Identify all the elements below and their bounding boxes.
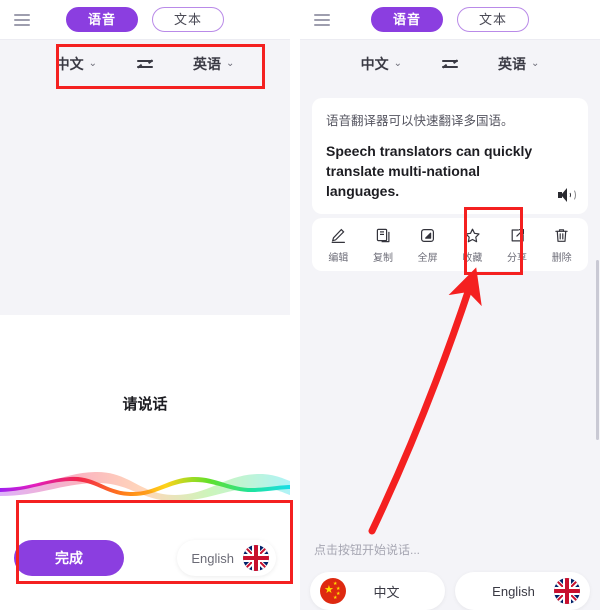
swap-arrows-icon[interactable] xyxy=(137,57,153,71)
star-favorite-icon xyxy=(464,227,481,244)
vertical-scrollbar[interactable] xyxy=(596,260,599,440)
card-action-bar: 编辑 复制 全屏 收藏 分享 删除 xyxy=(312,217,588,271)
right-top-bar: 语音 文本 xyxy=(300,0,600,40)
language-button-chinese-label: 中文 xyxy=(373,584,400,600)
tab-voice[interactable]: 语音 xyxy=(66,7,138,32)
flag-uk-icon xyxy=(554,578,580,604)
left-phone-panel: 语音 文本 中文 ⌄ 英语 ⌄ 请说话 完成 English xyxy=(0,0,290,610)
done-button[interactable]: 完成 xyxy=(14,540,124,576)
translated-text: Speech translators can quickly translate… xyxy=(326,142,533,200)
language-button-chinese[interactable]: ★ ★ ★ ★ ★ 中文 xyxy=(310,572,445,610)
action-copy-label: 复制 xyxy=(373,252,393,264)
speech-sheet-controls: 完成 English xyxy=(0,540,290,576)
flag-china-icon: ★ ★ ★ ★ ★ xyxy=(320,578,346,604)
speaker-icon[interactable] xyxy=(558,187,576,202)
speech-target-language-chip[interactable]: English xyxy=(177,540,276,576)
trash-delete-icon xyxy=(553,227,570,244)
right-panel-body: 语音翻译器可以快速翻译多国语。 Speech translators can q… xyxy=(300,88,600,610)
target-language-selector[interactable]: 英语 ⌄ xyxy=(498,54,539,74)
action-copy[interactable]: 复制 xyxy=(361,227,406,264)
left-language-bar: 中文 ⌄ 英语 ⌄ xyxy=(0,40,290,88)
copy-icon xyxy=(375,227,392,244)
right-language-bar: 中文 ⌄ 英语 ⌄ xyxy=(300,40,600,88)
chevron-down-icon: ⌄ xyxy=(393,57,402,69)
action-fullscreen[interactable]: 全屏 xyxy=(405,227,450,264)
action-delete-label: 删除 xyxy=(551,252,572,264)
target-language-label: 英语 xyxy=(193,56,221,72)
swap-arrows-icon[interactable] xyxy=(442,57,458,71)
audio-waveform-icon xyxy=(0,465,290,505)
translation-card-wrapper: 语音翻译器可以快速翻译多国语。 Speech translators can q… xyxy=(300,88,600,271)
action-share[interactable]: 分享 xyxy=(495,227,540,264)
pencil-edit-icon xyxy=(330,227,347,244)
tab-text[interactable]: 文本 xyxy=(152,7,224,32)
speech-input-sheet: 请说话 完成 English xyxy=(0,315,290,610)
chevron-down-icon: ⌄ xyxy=(226,57,235,69)
hamburger-menu-icon[interactable] xyxy=(314,13,330,26)
right-mode-tabs: 语音 文本 xyxy=(330,7,570,32)
hamburger-menu-icon[interactable] xyxy=(14,13,30,26)
flag-uk-icon xyxy=(243,545,269,571)
speak-hint-text: 点击按钮开始说话... xyxy=(314,543,421,557)
speak-prompt-text: 请说话 xyxy=(122,396,168,413)
source-language-label: 中文 xyxy=(360,56,389,72)
tab-text[interactable]: 文本 xyxy=(457,7,529,32)
panel-gutter xyxy=(290,0,300,610)
source-text: 语音翻译器可以快速翻译多国语。 xyxy=(326,114,514,128)
action-edit[interactable]: 编辑 xyxy=(316,227,361,264)
target-language-selector[interactable]: 英语 ⌄ xyxy=(193,54,234,74)
chevron-down-icon: ⌄ xyxy=(531,57,540,69)
bottom-language-buttons: ★ ★ ★ ★ ★ 中文 English xyxy=(310,572,590,610)
translation-card[interactable]: 语音翻译器可以快速翻译多国语。 Speech translators can q… xyxy=(312,98,588,214)
source-language-selector[interactable]: 中文 ⌄ xyxy=(56,54,97,74)
chevron-down-icon: ⌄ xyxy=(88,57,97,69)
target-language-label: 英语 xyxy=(498,56,526,72)
speech-chip-label: English xyxy=(191,550,234,566)
source-language-label: 中文 xyxy=(55,56,84,72)
fullscreen-icon xyxy=(419,227,436,244)
action-share-label: 分享 xyxy=(507,252,528,264)
action-fullscreen-label: 全屏 xyxy=(417,252,438,264)
action-delete[interactable]: 删除 xyxy=(539,227,584,264)
screenshot-root: 语音 文本 中文 ⌄ 英语 ⌄ 请说话 完成 English 语音 文本 中文 … xyxy=(0,0,600,610)
share-icon xyxy=(509,227,526,244)
language-button-english[interactable]: English xyxy=(455,572,590,610)
right-phone-panel: 语音 文本 中文 ⌄ 英语 ⌄ 语音翻译器可以快速翻译多国语。 Speech t… xyxy=(300,0,600,610)
left-mode-tabs: 语音 文本 xyxy=(30,7,260,32)
tab-voice[interactable]: 语音 xyxy=(371,7,443,32)
action-favorite[interactable]: 收藏 xyxy=(450,227,495,264)
source-language-selector[interactable]: 中文 ⌄ xyxy=(361,54,402,74)
left-top-bar: 语音 文本 xyxy=(0,0,290,40)
action-favorite-label: 收藏 xyxy=(462,252,483,264)
action-edit-label: 编辑 xyxy=(328,252,349,264)
language-button-english-label: English xyxy=(492,583,535,599)
